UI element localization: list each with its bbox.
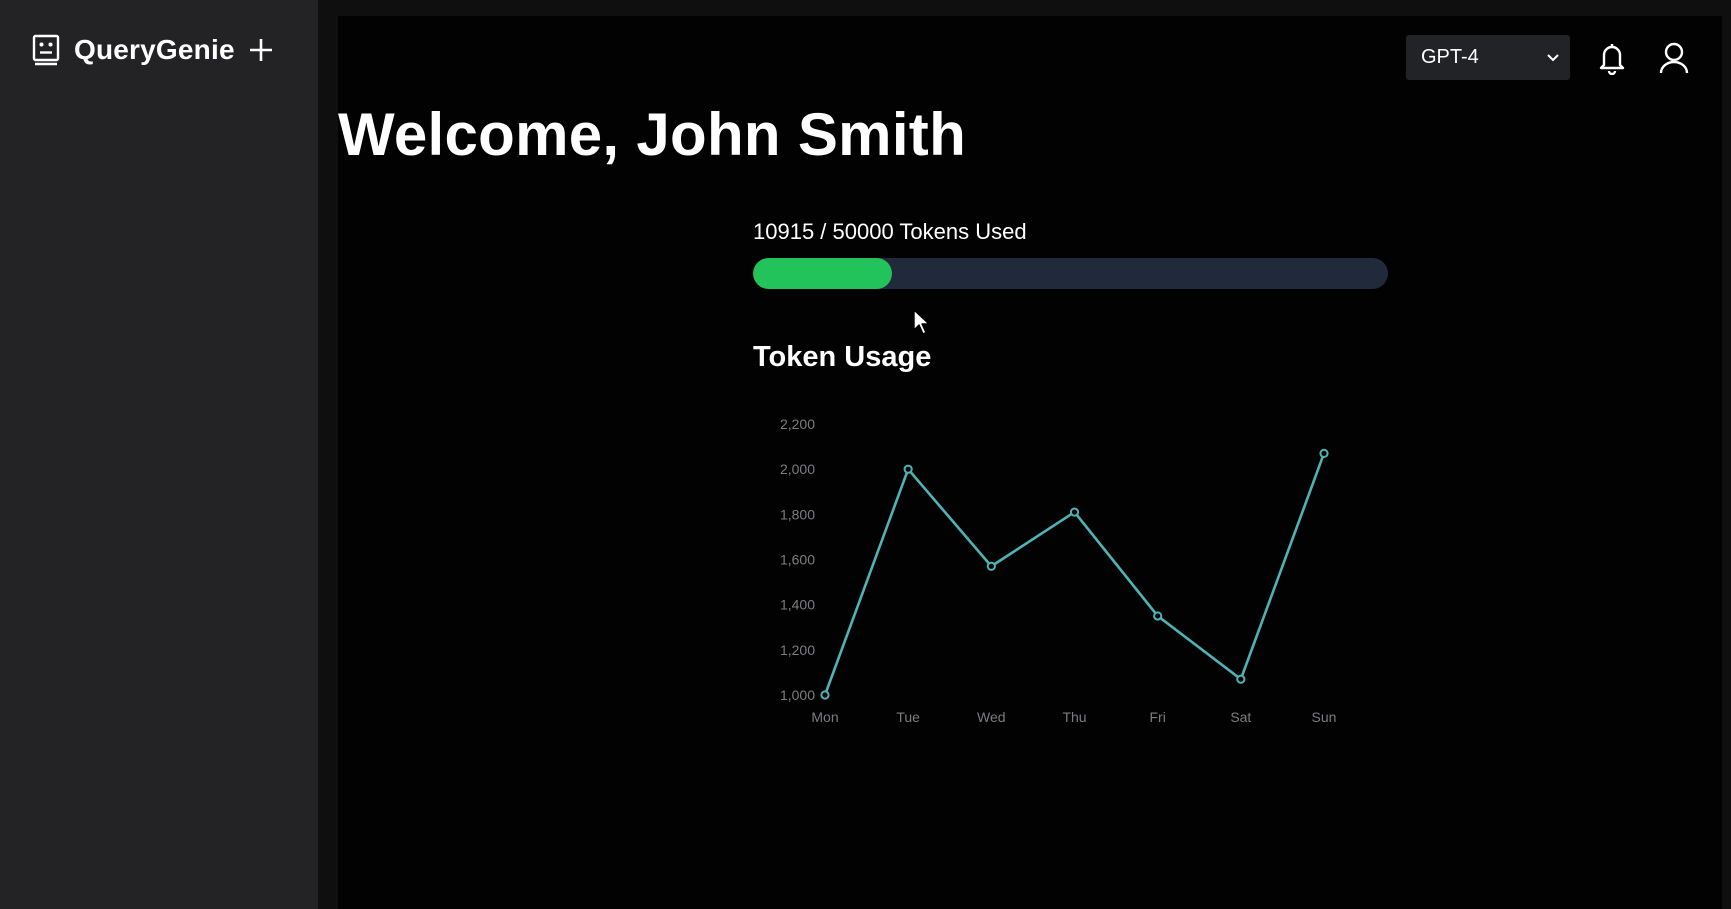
y-tick-label: 1,400 (780, 597, 815, 613)
x-tick-label: Sun (1312, 709, 1337, 725)
mouse-cursor-icon (913, 309, 930, 335)
y-tick-label: 1,000 (780, 687, 815, 703)
token-usage-text: 10915 / 50000 Tokens Used (753, 219, 1027, 244)
brand-name: QueryGenie (74, 34, 235, 65)
data-point[interactable] (820, 690, 830, 700)
data-point[interactable] (986, 561, 996, 571)
chevron-down-icon (1547, 53, 1559, 61)
token-usage-progress-fill (753, 258, 892, 289)
chart-title: Token Usage (753, 341, 932, 373)
y-tick-label: 1,600 (780, 552, 815, 568)
data-point[interactable] (1069, 507, 1080, 517)
account-button[interactable] (1654, 38, 1694, 78)
welcome-heading: Welcome, John Smith (338, 101, 967, 168)
y-tick-label: 1,800 (780, 506, 815, 522)
token-usage-chart: 1,000 1,200 1,400 1,600 1,800 2,000 2,200 Mon Tu… (743, 396, 1363, 736)
sidebar: QueryGenie (0, 0, 318, 909)
data-point[interactable] (1319, 448, 1329, 458)
model-select[interactable]: GPT-4 (1406, 35, 1570, 80)
y-tick-label: 2,000 (780, 461, 815, 477)
x-tick-label: Sat (1230, 709, 1251, 725)
x-tick-label: Tue (896, 709, 920, 725)
model-select-value: GPT-4 (1421, 46, 1479, 68)
robot-face-icon (32, 33, 60, 67)
x-tick-label: Thu (1062, 709, 1086, 725)
token-usage-progress-bar (753, 258, 1388, 289)
token-usage-line-chart: 1,000 1,200 1,400 1,600 1,800 2,000 2,200 Mon Tu… (780, 416, 1337, 725)
brand[interactable]: QueryGenie (32, 30, 277, 70)
series-line (823, 452, 1326, 696)
top-bar: GPT-4 (1406, 35, 1694, 80)
sidebar-divider (318, 0, 338, 909)
notifications-button[interactable] (1592, 38, 1632, 78)
y-tick-label: 2,200 (780, 416, 815, 432)
token-usage-summary: 10915 / 50000 Tokens Used (753, 219, 1393, 289)
bell-icon (1599, 43, 1625, 75)
main-panel: GPT-4 Welcome, John Smith 10915 / 50000 … (338, 16, 1722, 909)
plus-icon (249, 39, 272, 61)
x-tick-label: Wed (977, 709, 1006, 725)
new-chat-button[interactable] (245, 34, 277, 66)
y-tick-label: 1,200 (780, 642, 815, 658)
data-point[interactable] (1153, 611, 1163, 621)
user-icon (1659, 42, 1689, 73)
x-tick-label: Fri (1150, 709, 1166, 725)
x-tick-label: Mon (811, 709, 838, 725)
data-point[interactable] (1236, 674, 1246, 684)
app-window: QueryGenie GPT-4 Welcome, John Smith 109… (0, 0, 1731, 909)
data-point[interactable] (903, 464, 913, 474)
